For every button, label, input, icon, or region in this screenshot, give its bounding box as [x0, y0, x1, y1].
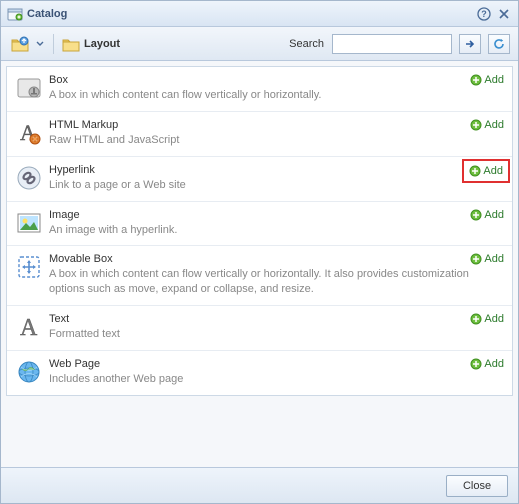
item-title: Box — [49, 74, 504, 86]
footer: Close — [1, 467, 518, 503]
movable-box-icon — [15, 253, 43, 281]
catalog-list: Box A box in which content can flow vert… — [6, 66, 513, 396]
plus-icon — [470, 313, 482, 325]
breadcrumb-current: Layout — [84, 38, 120, 50]
item-desc: An image with a hyperlink. — [49, 223, 504, 238]
item-title: Image — [49, 209, 504, 221]
search-go-button[interactable] — [459, 34, 481, 54]
item-title: HTML Markup — [49, 119, 504, 131]
svg-text:A: A — [20, 315, 38, 340]
list-item: Hyperlink Link to a page or a Web site A… — [7, 157, 512, 202]
up-dropdown[interactable] — [35, 33, 45, 55]
add-label: Add — [484, 209, 504, 221]
plus-icon — [470, 209, 482, 221]
add-label: Add — [484, 358, 504, 370]
add-button[interactable]: Add — [468, 312, 506, 326]
search-input[interactable] — [332, 34, 452, 54]
item-desc: Link to a page or a Web site — [49, 178, 504, 193]
item-title: Web Page — [49, 358, 504, 370]
add-label: Add — [484, 74, 504, 86]
list-item: Movable Box A box in which content can f… — [7, 246, 512, 306]
item-desc: Raw HTML and JavaScript — [49, 133, 504, 148]
help-icon[interactable]: ? — [476, 6, 492, 22]
item-title: Hyperlink — [49, 164, 504, 176]
plus-icon — [470, 119, 482, 131]
item-desc: Includes another Web page — [49, 372, 504, 387]
item-desc: A box in which content can flow vertical… — [49, 267, 504, 297]
list-item: A Text Formatted text Add — [7, 306, 512, 351]
list-item: Box A box in which content can flow vert… — [7, 67, 512, 112]
toolbar-divider — [53, 34, 54, 54]
catalog-icon — [7, 6, 23, 22]
close-button[interactable]: Close — [446, 475, 508, 497]
breadcrumb: Layout — [62, 36, 120, 52]
toolbar: Layout Search — [1, 27, 518, 61]
add-button[interactable]: Add — [468, 118, 506, 132]
html-markup-icon: A — [15, 119, 43, 147]
up-button[interactable] — [9, 33, 31, 55]
add-button[interactable]: Add — [468, 252, 506, 266]
add-button[interactable]: Add — [462, 159, 510, 183]
svg-text:?: ? — [481, 9, 487, 19]
plus-icon — [469, 165, 481, 177]
item-desc: Formatted text — [49, 327, 504, 342]
plus-icon — [470, 74, 482, 86]
search-label: Search — [289, 38, 324, 50]
content-area: Box A box in which content can flow vert… — [1, 61, 518, 467]
catalog-dialog: Catalog ? — [0, 0, 519, 504]
plus-icon — [470, 253, 482, 265]
add-label: Add — [484, 253, 504, 265]
list-item: A HTML Markup Raw HTML and JavaScript Ad… — [7, 112, 512, 157]
add-button[interactable]: Add — [468, 357, 506, 371]
plus-icon — [470, 358, 482, 370]
refresh-button[interactable] — [488, 34, 510, 54]
box-icon — [15, 74, 43, 102]
dialog-title: Catalog — [27, 8, 67, 20]
add-label: Add — [484, 313, 504, 325]
add-label: Add — [484, 119, 504, 131]
titlebar: Catalog ? — [1, 1, 518, 27]
web-page-icon — [15, 358, 43, 386]
item-desc: A box in which content can flow vertical… — [49, 88, 504, 103]
item-title: Movable Box — [49, 253, 504, 265]
add-label: Add — [483, 165, 503, 177]
list-item: Image An image with a hyperlink. Add — [7, 202, 512, 247]
hyperlink-icon — [15, 164, 43, 192]
list-item: Web Page Includes another Web page Add — [7, 351, 512, 395]
folder-icon — [62, 36, 80, 52]
text-icon: A — [15, 313, 43, 341]
dialog-close-icon[interactable] — [496, 6, 512, 22]
add-button[interactable]: Add — [468, 208, 506, 222]
image-icon — [15, 209, 43, 237]
item-title: Text — [49, 313, 504, 325]
add-button[interactable]: Add — [468, 73, 506, 87]
